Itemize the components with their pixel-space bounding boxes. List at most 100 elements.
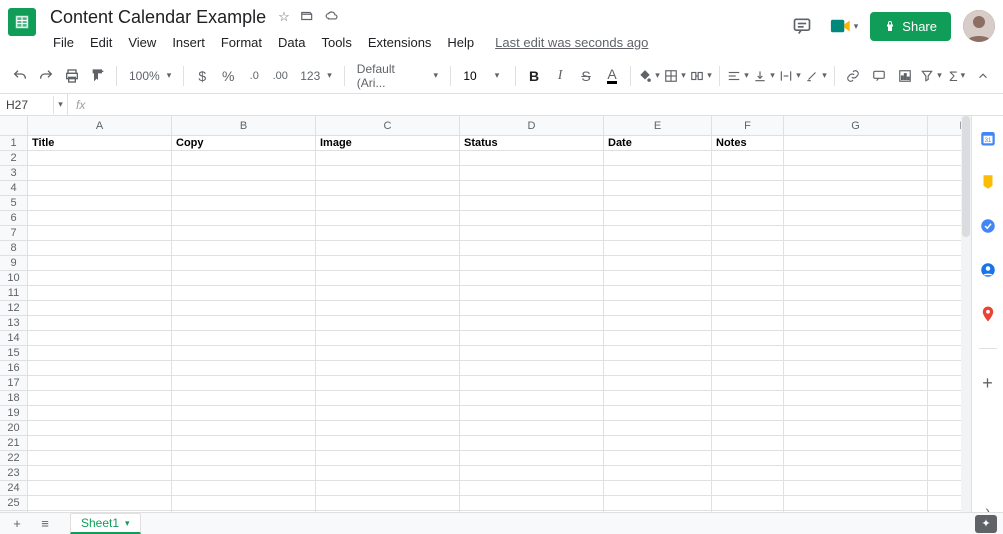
document-title[interactable]: Content Calendar Example [46, 6, 270, 29]
insert-comment-button[interactable] [867, 63, 891, 89]
menu-data[interactable]: Data [271, 32, 312, 53]
meet-button[interactable]: ▾ [830, 12, 858, 40]
cell-E14[interactable] [604, 331, 712, 346]
cell-E12[interactable] [604, 301, 712, 316]
cell-D12[interactable] [460, 301, 604, 316]
row-header-3[interactable]: 3 [0, 166, 28, 181]
cell-G7[interactable] [784, 226, 928, 241]
cell-G23[interactable] [784, 466, 928, 481]
cell-F15[interactable] [712, 346, 784, 361]
cell-F24[interactable] [712, 481, 784, 496]
cell-B21[interactable] [172, 436, 316, 451]
cell-D6[interactable] [460, 211, 604, 226]
cell-B12[interactable] [172, 301, 316, 316]
column-header-F[interactable]: F [712, 116, 784, 136]
menu-format[interactable]: Format [214, 32, 269, 53]
cell-C23[interactable] [316, 466, 460, 481]
formula-input[interactable] [93, 96, 1003, 114]
cell-B22[interactable] [172, 451, 316, 466]
move-icon[interactable] [300, 9, 314, 25]
cell-B23[interactable] [172, 466, 316, 481]
print-button[interactable] [60, 63, 84, 89]
row-header-25[interactable]: 25 [0, 496, 28, 511]
cell-D21[interactable] [460, 436, 604, 451]
cell-A15[interactable] [28, 346, 172, 361]
cell-A1[interactable]: Title [28, 136, 172, 151]
cell-D13[interactable] [460, 316, 604, 331]
cell-B13[interactable] [172, 316, 316, 331]
cell-E21[interactable] [604, 436, 712, 451]
row-header-14[interactable]: 14 [0, 331, 28, 346]
sheet-tab-dropdown-icon[interactable]: ▾ [125, 518, 130, 529]
text-color-button[interactable]: A [600, 63, 624, 89]
cell-G21[interactable] [784, 436, 928, 451]
cell-B2[interactable] [172, 151, 316, 166]
calendar-addon-icon[interactable]: 31 [978, 128, 998, 148]
cell-B5[interactable] [172, 196, 316, 211]
cell-B25[interactable] [172, 496, 316, 511]
star-icon[interactable]: ☆ [278, 9, 290, 25]
cell-D22[interactable] [460, 451, 604, 466]
horizontal-align-button[interactable] [726, 63, 750, 89]
cell-C2[interactable] [316, 151, 460, 166]
menu-file[interactable]: File [46, 32, 81, 53]
cell-E1[interactable]: Date [604, 136, 712, 151]
cell-C1[interactable]: Image [316, 136, 460, 151]
cell-D18[interactable] [460, 391, 604, 406]
cell-A6[interactable] [28, 211, 172, 226]
cell-F9[interactable] [712, 256, 784, 271]
cell-E19[interactable] [604, 406, 712, 421]
cell-C5[interactable] [316, 196, 460, 211]
keep-addon-icon[interactable] [978, 172, 998, 192]
font-size-input[interactable] [457, 68, 483, 84]
insert-link-button[interactable] [841, 63, 865, 89]
cell-F21[interactable] [712, 436, 784, 451]
cell-G19[interactable] [784, 406, 928, 421]
cell-A8[interactable] [28, 241, 172, 256]
vertical-scrollbar[interactable] [961, 116, 971, 518]
cell-B10[interactable] [172, 271, 316, 286]
cell-A2[interactable] [28, 151, 172, 166]
row-header-16[interactable]: 16 [0, 361, 28, 376]
cell-D2[interactable] [460, 151, 604, 166]
add-sheet-button[interactable]: + [6, 515, 28, 533]
cell-E3[interactable] [604, 166, 712, 181]
cell-E9[interactable] [604, 256, 712, 271]
cell-A18[interactable] [28, 391, 172, 406]
cell-A4[interactable] [28, 181, 172, 196]
explore-button[interactable]: ✦ [975, 515, 997, 533]
cell-F14[interactable] [712, 331, 784, 346]
collapse-toolbar-icon[interactable] [971, 63, 995, 89]
increase-decimal-button[interactable]: .00 [268, 63, 292, 89]
strikethrough-button[interactable]: S [574, 63, 598, 89]
menu-help[interactable]: Help [440, 32, 481, 53]
column-header-C[interactable]: C [316, 116, 460, 136]
cell-G2[interactable] [784, 151, 928, 166]
cell-B4[interactable] [172, 181, 316, 196]
cell-A12[interactable] [28, 301, 172, 316]
font-family-dropdown[interactable]: Default (Ari... [351, 62, 444, 90]
row-header-24[interactable]: 24 [0, 481, 28, 496]
menu-view[interactable]: View [121, 32, 163, 53]
cell-B8[interactable] [172, 241, 316, 256]
cell-C15[interactable] [316, 346, 460, 361]
cell-G25[interactable] [784, 496, 928, 511]
cell-G24[interactable] [784, 481, 928, 496]
cell-A11[interactable] [28, 286, 172, 301]
cell-D19[interactable] [460, 406, 604, 421]
cell-C14[interactable] [316, 331, 460, 346]
cell-A14[interactable] [28, 331, 172, 346]
cell-A5[interactable] [28, 196, 172, 211]
cell-B11[interactable] [172, 286, 316, 301]
cell-E2[interactable] [604, 151, 712, 166]
cell-F18[interactable] [712, 391, 784, 406]
cell-D9[interactable] [460, 256, 604, 271]
cell-C18[interactable] [316, 391, 460, 406]
cell-D24[interactable] [460, 481, 604, 496]
cell-D8[interactable] [460, 241, 604, 256]
cell-E24[interactable] [604, 481, 712, 496]
row-header-2[interactable]: 2 [0, 151, 28, 166]
sheets-logo[interactable] [8, 8, 36, 36]
cell-G6[interactable] [784, 211, 928, 226]
format-currency-button[interactable]: $ [190, 63, 214, 89]
